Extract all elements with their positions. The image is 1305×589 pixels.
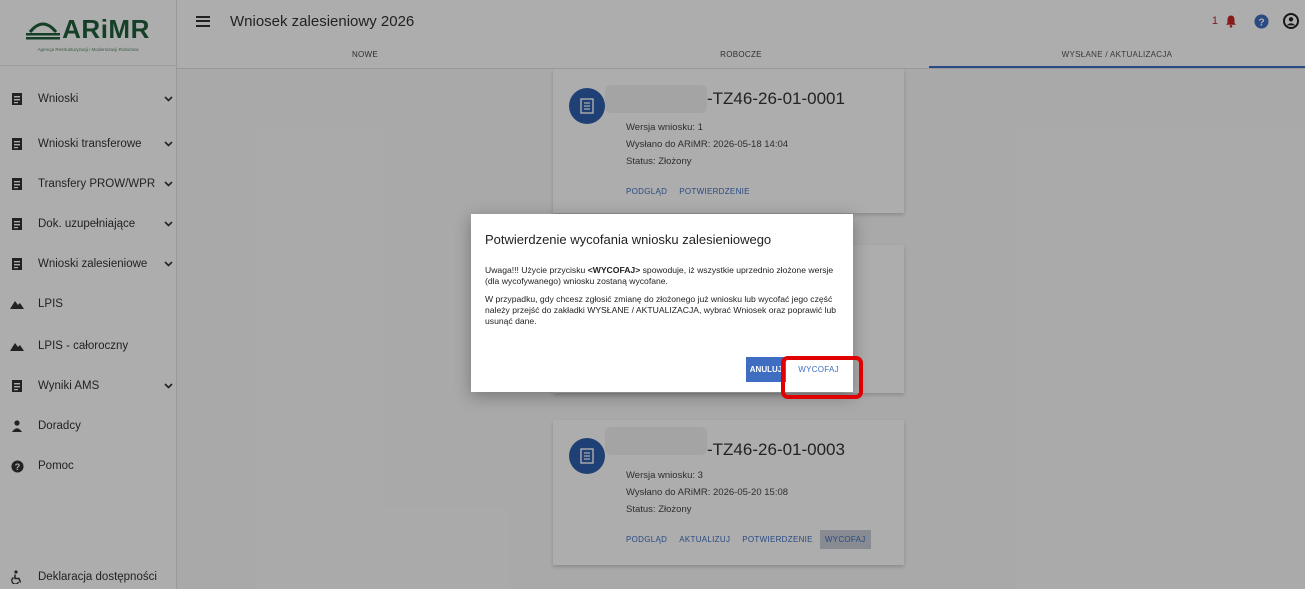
dialog-info-text: W przypadku, gdy chcesz zgłosić zmianę d…	[485, 294, 837, 326]
highlight-annotation	[781, 356, 863, 399]
dialog-warning-text: Uwaga!!! Użycie przycisku <WYCOFAJ> spow…	[485, 265, 834, 286]
dialog-title: Potwierdzenie wycofania wniosku zalesien…	[485, 232, 772, 247]
